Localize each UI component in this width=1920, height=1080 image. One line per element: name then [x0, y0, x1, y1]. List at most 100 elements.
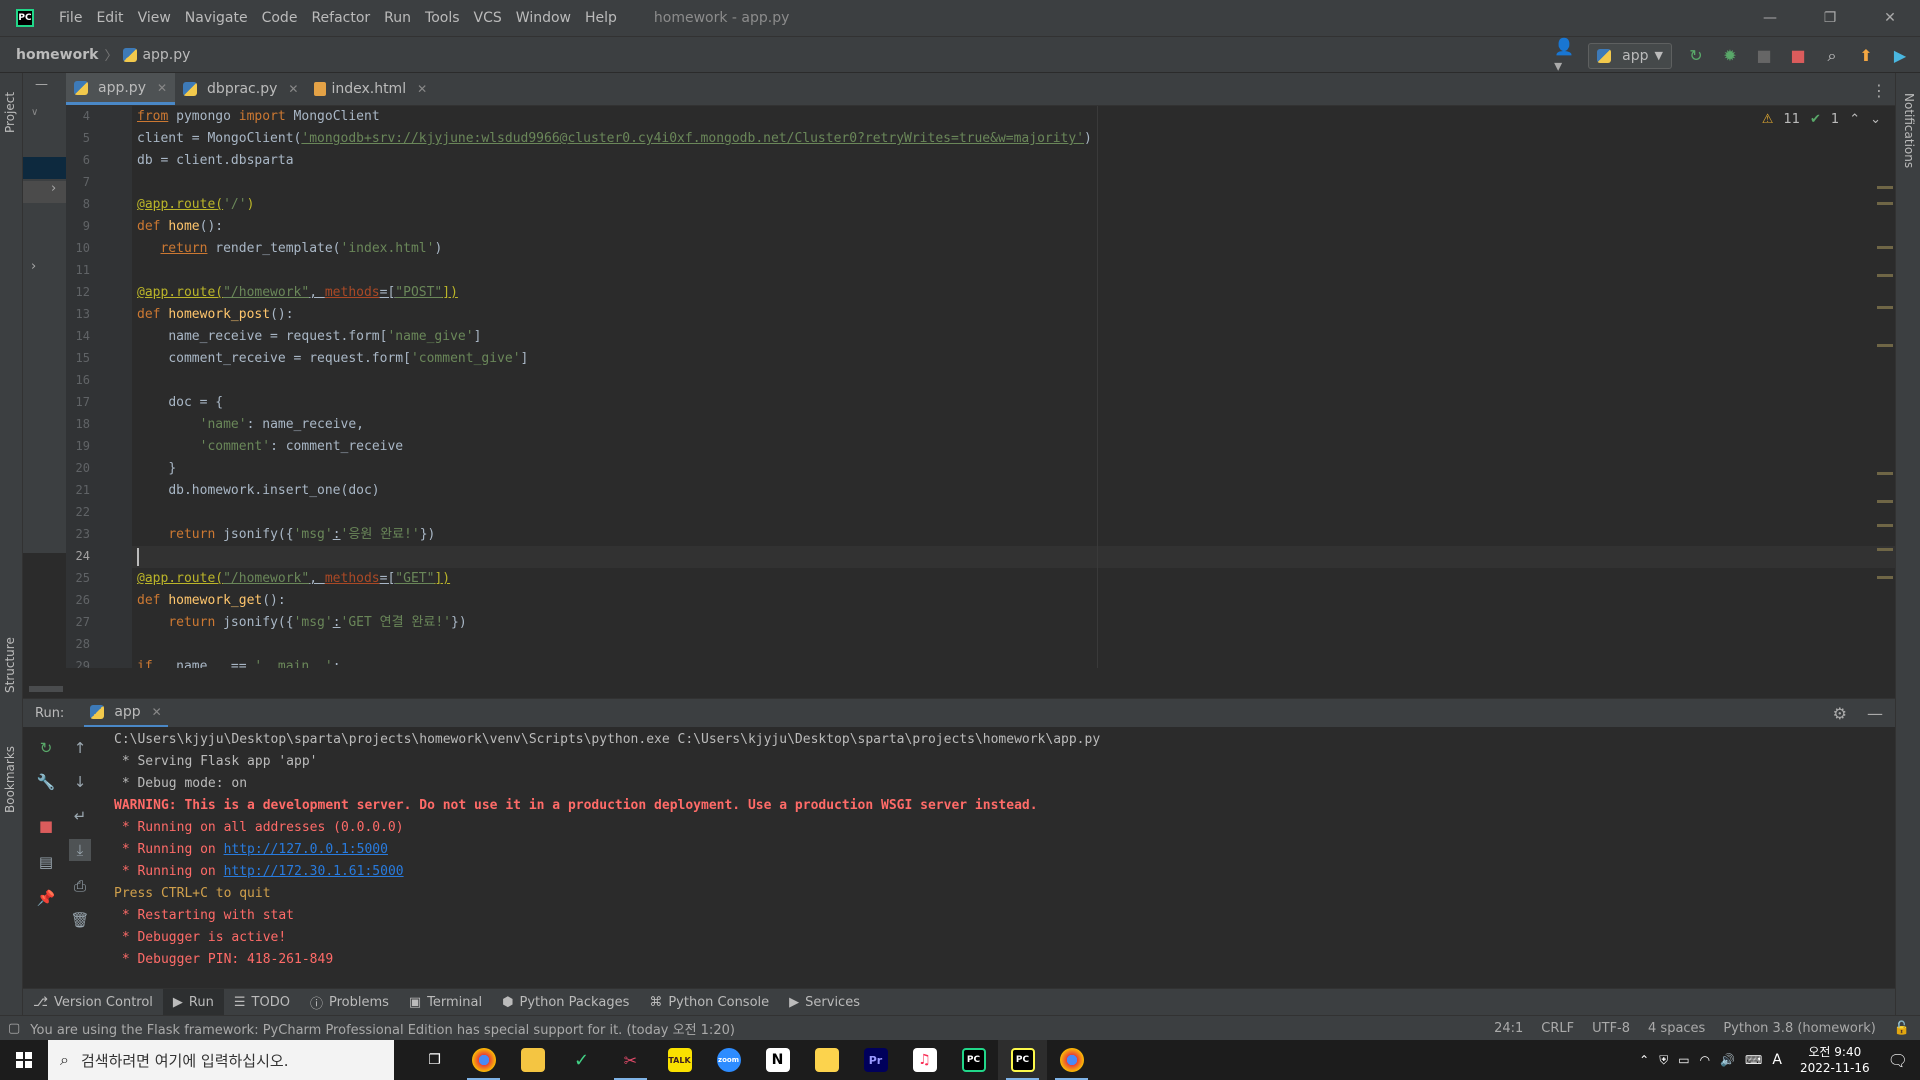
volume-icon[interactable]: 🔊 — [1720, 1053, 1735, 1067]
inspection-widget[interactable]: ⚠ 11 ✔ 1 ⌃ ⌄ — [1762, 112, 1881, 127]
tool-problems[interactable]: ⓘ Problems — [300, 989, 399, 1016]
stop-icon[interactable]: ■ — [1788, 46, 1808, 66]
ime-indicator[interactable]: A — [1772, 1052, 1782, 1068]
tool-terminal[interactable]: ▣ Terminal — [399, 989, 492, 1016]
rerun-icon[interactable]: ↻ — [35, 737, 57, 759]
chrome-profile-icon[interactable] — [1047, 1040, 1096, 1080]
breadcrumb-file[interactable]: app.py — [142, 47, 190, 63]
battery-icon[interactable]: ▭ — [1678, 1053, 1689, 1067]
more-tabs-icon[interactable]: ⋮ — [1871, 81, 1887, 100]
taskbar-clock[interactable]: 오전 9:40 2022-11-16 — [1800, 1044, 1870, 1076]
scrollbar-thumb[interactable] — [29, 686, 63, 692]
keyboard-icon[interactable]: ⌨ — [1745, 1053, 1762, 1067]
arrow-up-icon[interactable]: ↑ — [69, 737, 91, 759]
menu-view[interactable]: View — [131, 10, 178, 26]
pycharm-icon[interactable]: PC — [998, 1040, 1047, 1080]
status-message[interactable]: You are using the Flask framework: PyCha… — [30, 1019, 735, 1038]
menu-code[interactable]: Code — [255, 10, 305, 26]
gear-icon[interactable]: ⚙ — [1833, 704, 1847, 723]
menu-refactor[interactable]: Refactor — [304, 10, 377, 26]
tool-python-packages[interactable]: ⬢ Python Packages — [492, 989, 639, 1016]
line-separator[interactable]: CRLF — [1541, 1021, 1574, 1036]
console-vertical-scrollbar[interactable] — [1880, 727, 1895, 982]
warning-mark[interactable] — [1877, 576, 1893, 579]
notifications-tool-button[interactable]: Notifications — [1902, 93, 1916, 168]
pycharm-community-icon[interactable]: PC — [949, 1040, 998, 1080]
warning-mark[interactable] — [1877, 472, 1893, 475]
status-panel-icon[interactable]: ▢ — [8, 1021, 20, 1036]
file-explorer-icon[interactable] — [508, 1040, 557, 1080]
code-editor[interactable]: 4 5 6 7 8 9 10 11 12 13 14 15 16 17 18 1… — [66, 106, 1895, 668]
debug-icon[interactable]: ✹ — [1720, 46, 1740, 66]
start-button[interactable] — [0, 1040, 48, 1080]
print-icon[interactable]: ⎙ — [69, 875, 91, 897]
wrench-icon[interactable]: 🔧 — [35, 771, 57, 793]
menu-help[interactable]: Help — [578, 10, 624, 26]
warning-mark[interactable] — [1877, 186, 1893, 189]
close-tab-icon[interactable]: ✕ — [152, 705, 162, 719]
tab-dbprac-py[interactable]: dbprac.py ✕ — [175, 73, 306, 105]
close-tab-icon[interactable]: ✕ — [157, 81, 167, 95]
menu-file[interactable]: File — [52, 10, 89, 26]
python-interpreter[interactable]: Python 3.8 (homework) — [1723, 1021, 1875, 1036]
menu-tools[interactable]: Tools — [418, 10, 467, 26]
itunes-icon[interactable]: ♫ — [900, 1040, 949, 1080]
indent-setting[interactable]: 4 spaces — [1648, 1021, 1705, 1036]
coverage-icon[interactable]: ■ — [1754, 46, 1774, 66]
sticky-notes-icon[interactable] — [802, 1040, 851, 1080]
kakaotalk-icon[interactable]: TALK — [655, 1040, 704, 1080]
close-tab-icon[interactable]: ✕ — [417, 82, 427, 96]
pin-icon[interactable]: 📌 — [35, 887, 57, 909]
tool-services[interactable]: ▶ Services — [779, 989, 870, 1016]
restore-icon[interactable]: ❐ — [1800, 0, 1860, 36]
run-tab-app[interactable]: app ✕ — [84, 699, 168, 728]
jetbrains-toolbox-icon[interactable]: ▶ — [1890, 46, 1910, 66]
taskbar-search[interactable]: ⌕ 검색하려면 여기에 입력하십시오. — [48, 1040, 394, 1080]
warning-mark[interactable] — [1877, 548, 1893, 551]
caret-position[interactable]: 24:1 — [1494, 1021, 1523, 1036]
hide-panel-icon[interactable]: — — [1867, 704, 1883, 723]
snipping-tool-icon[interactable]: ✂ — [606, 1040, 655, 1080]
menu-navigate[interactable]: Navigate — [178, 10, 255, 26]
stop-icon[interactable]: ■ — [35, 815, 57, 837]
minimize-icon[interactable]: — — [1740, 0, 1800, 36]
security-icon[interactable]: ⛨ — [1659, 1053, 1668, 1068]
chrome-icon[interactable] — [459, 1040, 508, 1080]
warning-mark[interactable] — [1877, 246, 1893, 249]
breadcrumb-project[interactable]: homework — [16, 47, 98, 63]
zoom-icon[interactable]: zoom — [704, 1040, 753, 1080]
tool-todo[interactable]: ☰ TODO — [224, 989, 300, 1016]
warning-mark[interactable] — [1877, 306, 1893, 309]
project-tool-button[interactable]: Project — [3, 92, 17, 133]
file-encoding[interactable]: UTF-8 — [1592, 1021, 1630, 1036]
close-icon[interactable]: ✕ — [1860, 0, 1920, 36]
console-link[interactable]: http://172.30.1.61:5000 — [224, 864, 404, 879]
project-tree-row[interactable]: › — [23, 181, 66, 203]
tool-python-console[interactable]: ⌘ Python Console — [639, 989, 779, 1016]
notion-icon[interactable]: N — [753, 1040, 802, 1080]
previous-highlight-icon[interactable]: ⌃ — [1849, 112, 1860, 127]
update-icon[interactable]: ⬆ — [1856, 46, 1876, 66]
warning-mark[interactable] — [1877, 274, 1893, 277]
structure-tool-button[interactable]: Structure — [3, 637, 17, 693]
collapse-icon[interactable]: — — [35, 77, 48, 92]
menu-vcs[interactable]: VCS — [467, 10, 509, 26]
run-configuration-select[interactable]: app ▼ — [1588, 42, 1672, 69]
rerun-icon[interactable]: ↻ — [1686, 46, 1706, 66]
bookmarks-tool-button[interactable]: Bookmarks — [3, 746, 17, 813]
layout-icon[interactable]: ▤ — [35, 851, 57, 873]
warning-mark[interactable] — [1877, 500, 1893, 503]
vuejs-icon[interactable]: ✓ — [557, 1040, 606, 1080]
task-view-icon[interactable]: ❐ — [410, 1040, 459, 1080]
notification-center-icon[interactable]: 🗨 — [1888, 1051, 1908, 1070]
close-tab-icon[interactable]: ✕ — [288, 82, 298, 96]
editor-horizontal-scrollbar[interactable] — [23, 668, 1895, 692]
wifi-icon[interactable]: ◠ — [1700, 1053, 1710, 1067]
tool-version-control[interactable]: ⎇ Version Control — [23, 989, 163, 1016]
menu-run[interactable]: Run — [377, 10, 418, 26]
trash-icon[interactable]: 🗑 — [69, 909, 91, 931]
warning-mark[interactable] — [1877, 344, 1893, 347]
project-tree-row[interactable]: › — [23, 259, 66, 281]
run-console[interactable]: C:\Users\kjyju\Desktop\sparta\projects\h… — [99, 727, 1879, 982]
scroll-to-end-icon[interactable]: ⤓ — [69, 839, 91, 861]
